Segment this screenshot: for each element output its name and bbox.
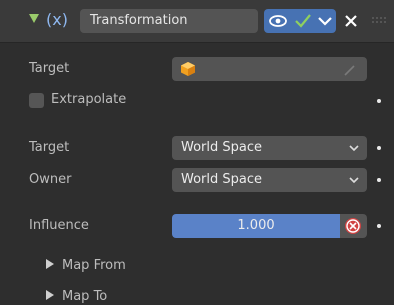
keyframe-dot[interactable] bbox=[377, 224, 381, 228]
constraint-name-field[interactable]: Transformation bbox=[80, 9, 258, 33]
constraint-header: (x) Transformation bbox=[0, 0, 394, 43]
triangle-right-icon bbox=[46, 259, 54, 269]
target-label: Target bbox=[29, 61, 70, 76]
influence-slider[interactable]: 1.000 bbox=[172, 214, 340, 238]
drag-grip-icon[interactable] bbox=[370, 15, 386, 27]
extrapolate-checkbox[interactable] bbox=[29, 93, 44, 108]
keyframe-dot[interactable] bbox=[377, 146, 381, 150]
eye-icon[interactable] bbox=[264, 9, 292, 33]
constraint-panel: (x) Transformation Target Extrapolate Ta… bbox=[0, 0, 394, 305]
constraint-type-icon: (x) bbox=[46, 10, 68, 29]
target-object-field[interactable] bbox=[172, 57, 367, 81]
map-to-label: Map To bbox=[62, 289, 108, 304]
influence-clear-button[interactable] bbox=[340, 214, 367, 238]
influence-value: 1.000 bbox=[237, 218, 275, 233]
keyframe-dot[interactable] bbox=[377, 178, 381, 182]
map-from-label: Map From bbox=[62, 258, 126, 273]
influence-label: Influence bbox=[29, 218, 89, 233]
chevron-down-icon bbox=[349, 168, 359, 201]
map-to-subpanel[interactable]: Map To bbox=[46, 289, 107, 304]
triangle-right-icon bbox=[46, 290, 54, 300]
map-from-subpanel[interactable]: Map From bbox=[46, 258, 126, 273]
target-space-label: Target bbox=[29, 140, 70, 155]
target-space-value: World Space bbox=[181, 140, 263, 155]
owner-space-dropdown[interactable]: World Space bbox=[172, 168, 367, 192]
checkmark-icon[interactable] bbox=[292, 9, 314, 33]
eyedropper-icon[interactable] bbox=[343, 62, 357, 86]
x-circle-icon bbox=[344, 217, 362, 239]
triangle-down-icon[interactable] bbox=[29, 14, 39, 23]
extrapolate-label: Extrapolate bbox=[51, 92, 127, 107]
chevron-down-icon[interactable] bbox=[314, 9, 336, 33]
keyframe-dot[interactable] bbox=[377, 99, 381, 103]
owner-space-label: Owner bbox=[29, 172, 72, 187]
chevron-down-icon bbox=[349, 136, 359, 169]
object-cube-icon bbox=[180, 61, 196, 86]
target-space-dropdown[interactable]: World Space bbox=[172, 136, 367, 160]
owner-space-value: World Space bbox=[181, 172, 263, 187]
close-icon[interactable] bbox=[340, 9, 362, 33]
